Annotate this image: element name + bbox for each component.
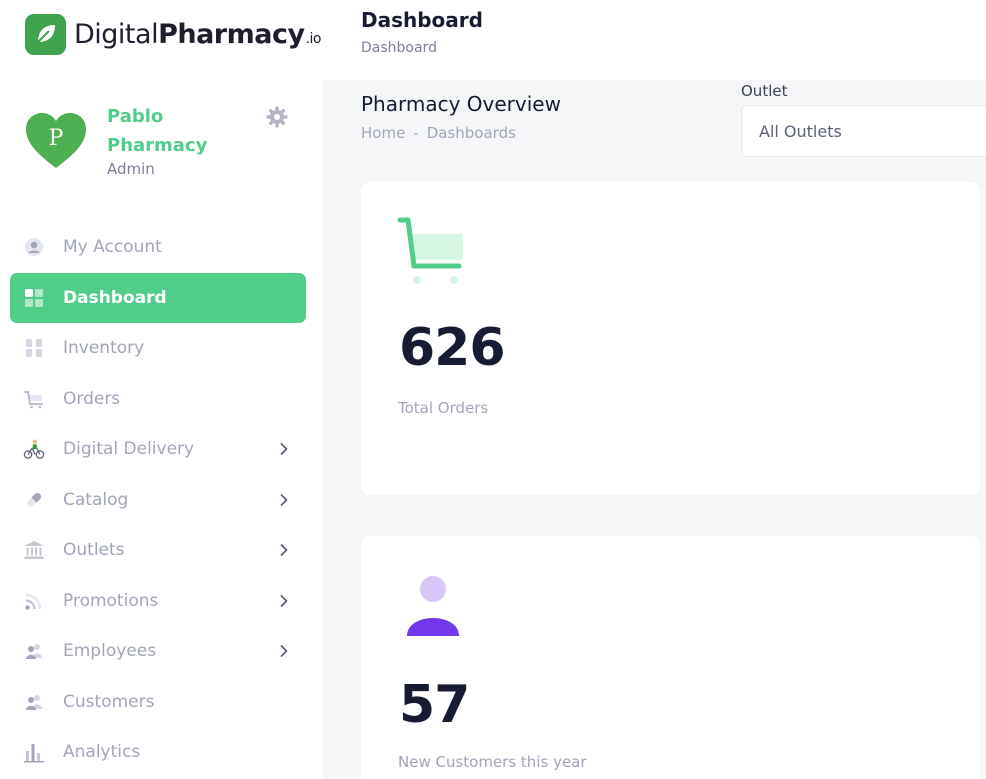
brand-name-light: Digital (74, 18, 159, 50)
sidebar-item-label: My Account (63, 237, 162, 258)
sidebar-item-label: Catalog (63, 489, 129, 510)
sidebar: DigitalPharmacy.io P Pablo Pharmacy Admi… (0, 0, 345, 779)
sidebar-item-catalog[interactable]: Catalog (10, 475, 306, 526)
sidebar-item-promotions[interactable]: Promotions (10, 576, 306, 627)
pill-icon (23, 489, 45, 511)
chevron-right-icon (275, 490, 293, 510)
section-title: Pharmacy Overview (361, 92, 561, 116)
sidebar-item-digital-delivery[interactable]: Digital Delivery (10, 424, 306, 475)
chevron-right-icon (275, 540, 293, 560)
sidebar-item-label: Employees (63, 641, 157, 662)
settings-gear-icon[interactable] (265, 105, 289, 129)
stat-card-total-orders: 626 Total Orders (361, 182, 980, 495)
sidebar-item-label: Analytics (63, 742, 141, 763)
cart-icon (397, 216, 469, 292)
sidebar-item-outlets[interactable]: Outlets (10, 525, 306, 576)
cyclist-icon (23, 438, 45, 460)
outlet-select[interactable]: All Outlets (741, 105, 986, 157)
page-title: Dashboard (361, 8, 483, 32)
page-subtitle: Dashboard (361, 40, 437, 56)
sidebar-item-label: Digital Delivery (63, 439, 195, 460)
profile-role: Admin (107, 160, 155, 178)
breadcrumb: Home - Dashboards (361, 124, 516, 142)
user-profile: P Pablo Pharmacy Admin (25, 100, 300, 190)
sidebar-item-label: Dashboard (63, 287, 167, 308)
user-circle-icon (23, 236, 45, 258)
sidebar-item-employees[interactable]: Employees (10, 626, 306, 677)
rss-icon (23, 590, 45, 612)
sidebar-item-analytics[interactable]: Analytics (10, 727, 306, 778)
stat-card-new-customers: 57 New Customers this year (361, 536, 980, 779)
brand-name-suffix: .io (305, 30, 322, 47)
sidebar-item-label: Customers (63, 691, 155, 712)
sidebar-item-my-account[interactable]: My Account (10, 222, 306, 273)
breadcrumb-dashboards-link[interactable]: Dashboards (427, 124, 516, 142)
grid-icon (23, 287, 45, 309)
sidebar-menu: My Account Dashboard Inventory Orders Di (10, 222, 306, 778)
bank-icon (23, 539, 45, 561)
sidebar-item-orders[interactable]: Orders (10, 374, 306, 425)
breadcrumb-separator: - (413, 124, 419, 142)
chevron-right-icon (275, 641, 293, 661)
sidebar-item-label: Outlets (63, 540, 125, 561)
total-orders-caption: Total Orders (398, 399, 489, 417)
top-header: Dashboard Dashboard (323, 0, 986, 80)
inventory-grid-icon (23, 337, 45, 359)
people-icon (23, 691, 45, 713)
brand-name-bold: Pharmacy (158, 18, 305, 50)
sidebar-item-label: Orders (63, 388, 121, 409)
new-customers-value: 57 (399, 675, 470, 735)
avatar-initial: P (48, 126, 64, 151)
bar-chart-icon (23, 741, 45, 763)
outlet-select-value: All Outlets (759, 121, 842, 141)
profile-name[interactable]: Pablo Pharmacy (107, 102, 247, 160)
brand-logo[interactable]: DigitalPharmacy.io (25, 13, 346, 55)
cart-icon (23, 388, 45, 410)
avatar[interactable]: P (25, 112, 87, 170)
breadcrumb-home-link[interactable]: Home (361, 124, 405, 142)
brand-name: DigitalPharmacy.io (74, 18, 322, 50)
outlet-select-label: Outlet (741, 82, 788, 100)
leaf-icon (25, 13, 66, 55)
sidebar-item-label: Inventory (63, 338, 145, 359)
sidebar-item-label: Promotions (63, 590, 159, 611)
new-customers-caption: New Customers this year (398, 753, 587, 771)
sidebar-item-customers[interactable]: Customers (10, 677, 306, 728)
chevron-right-icon (275, 591, 293, 611)
user-icon (397, 574, 463, 644)
total-orders-value: 626 (399, 318, 506, 378)
people-icon (23, 640, 45, 662)
sidebar-item-dashboard[interactable]: Dashboard (10, 272, 306, 323)
chevron-right-icon (275, 439, 293, 459)
sidebar-item-inventory[interactable]: Inventory (10, 323, 306, 374)
